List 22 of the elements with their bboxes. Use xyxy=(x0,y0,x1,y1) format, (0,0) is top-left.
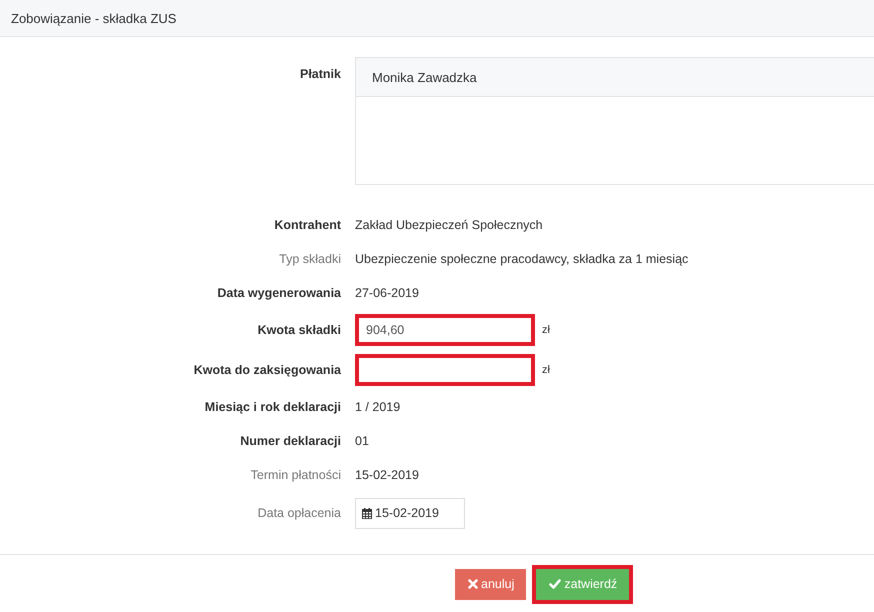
field-label: Kwota do zaksięgowania xyxy=(194,363,341,377)
field-value: 27-06-2019 xyxy=(355,286,419,300)
field-label: Miesiąc i rok deklaracji xyxy=(204,400,341,414)
field-label: Data opłacenia xyxy=(258,506,341,520)
currency-unit: zł xyxy=(542,364,550,376)
field-label: Numer deklaracji xyxy=(240,434,341,448)
field-value: 15-02-2019 xyxy=(355,468,419,482)
field-value: Zakład Ubezpieczeń Społecznych xyxy=(355,218,543,232)
date-input[interactable]: 15-02-2019 xyxy=(355,498,465,528)
field-label: Kontrahent xyxy=(274,218,341,232)
field-label: Typ składki xyxy=(279,252,341,266)
field-label: Data wygenerowania xyxy=(217,286,341,300)
field-label: Termin płatności xyxy=(250,468,341,482)
field-value: Ubezpieczenie społeczne pracodawcy, składka za 1 miesiąc xyxy=(355,252,688,266)
field-value: 1 / 2019 xyxy=(355,400,400,414)
field-label: Kwota składki xyxy=(258,323,341,337)
currency-unit: zł xyxy=(542,324,550,336)
window-title: Zobowiązanie - składka ZUS xyxy=(11,10,176,26)
payer-name: Monika Zawadzka xyxy=(372,70,477,84)
amount-input[interactable]: 904,60 xyxy=(355,314,535,346)
field-value: 01 xyxy=(355,434,369,448)
field-label: Płatnik xyxy=(300,67,341,81)
